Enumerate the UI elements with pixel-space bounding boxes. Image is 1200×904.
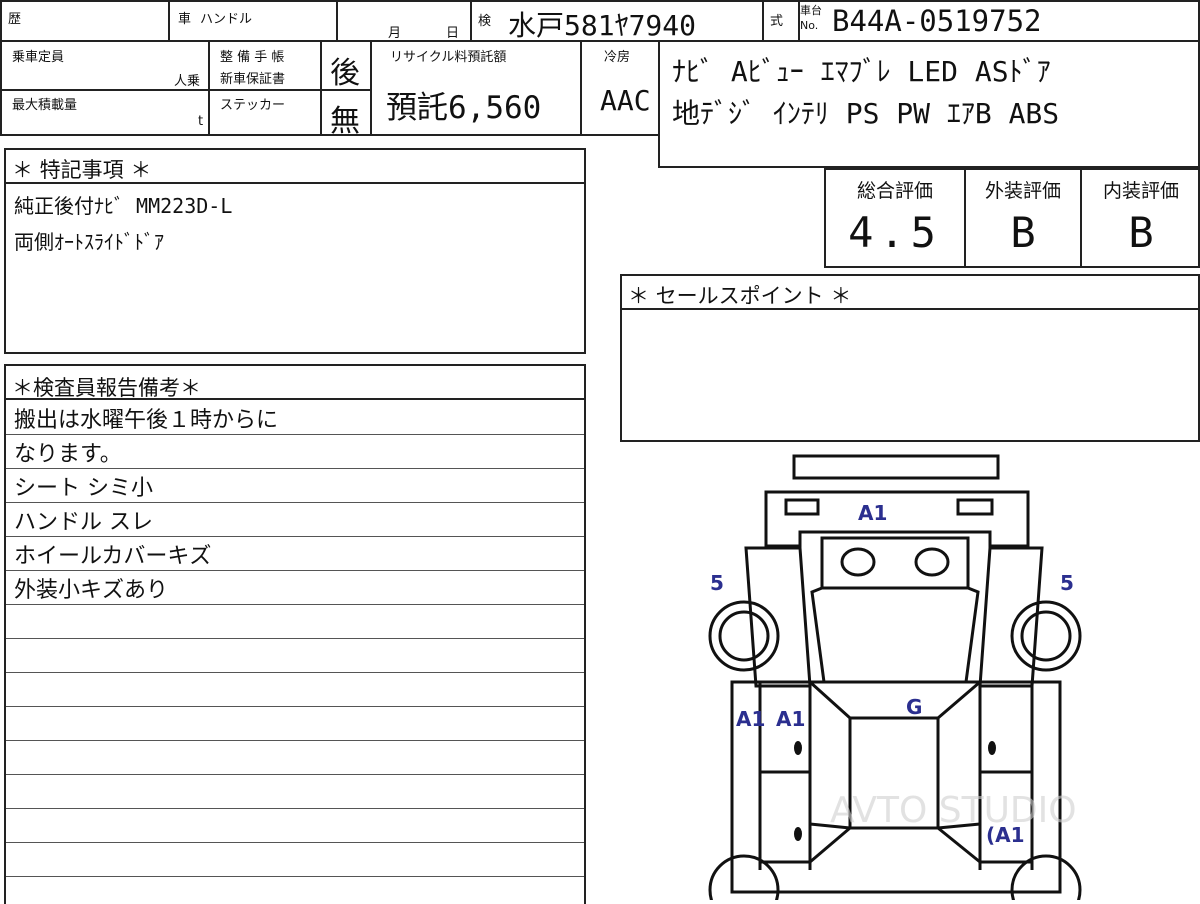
date-cell: 月 日 [338,2,472,41]
damage-mark-left-door-2: A1 [776,707,805,731]
special-notes-line-2: 両側ｵｰﾄｽﾗｲﾄﾞﾄﾞｱ [14,230,164,254]
front-panel [810,586,980,684]
left-fender [744,546,812,688]
equipment-line-2: 地ﾃﾞｼﾞ ｲﾝﾃﾘ PS PW ｴｱB ABS [672,97,1060,130]
model-cell: 式 [764,2,800,40]
door-handle-left-rear [794,827,802,841]
sticker-label: ステッカー [220,98,286,113]
recycle-fee-label: リサイクル料預託額 [390,50,507,65]
vehicle-damage-diagram: A1 5 5 A1 A1 G (A1 AVTO STUDIO PRO [708,454,1090,900]
max-load-label: 最大積載量 [12,98,78,113]
car-label: 車 [178,12,192,27]
warranty-label: 新車保証書 [220,72,286,87]
overall-rating-value: 4.5 [848,208,942,257]
cooler-value: AAC [600,84,651,117]
chassis-number: B44A-0519752 [832,4,1042,38]
exterior-rating-label: 外装評価 [984,180,1061,202]
history-label: 歴 [8,12,22,27]
inspector-notes-box: ＊検査員報告備考＊ 搬出は水曜午後１時からに なります。 シート シミ小 ハンド… [4,364,586,904]
equipment-box: ﾅﾋﾞ Aﾋﾞｭｰ ｴﾏﾌﾞﾚ LED ASﾄﾞｱ 地ﾃﾞｼﾞ ｲﾝﾃﾘ PS … [658,40,1200,168]
history-cell: 歴 [2,2,170,40]
after-mark: 後 [330,56,360,91]
plate-number: 水戸581ﾔ7940 [508,9,697,42]
maintenance-record-label: 整 備 手 帳 [220,50,285,65]
chassis-label-bottom: No. [800,19,819,32]
inspector-note-line: ホイールカバーキズ [14,544,212,569]
max-load-unit: t [198,114,204,129]
inspection-label: 検 [478,14,492,29]
inspector-note-line: なります。 [14,442,122,467]
handle-cell: 車 ハンドル [170,2,338,40]
overall-rating-label: 総合評価 [856,180,933,202]
header-row: 歴 車 ハンドル 月 日 検 水戸581ﾔ7940 式 車台 No. B44A-… [0,0,1200,42]
damage-mark-left-wheel: 5 [710,571,724,595]
sales-point-title: ＊ セールスポイント ＊ [628,284,852,308]
watermark-text: AVTO STUDIO PRO [830,790,1090,831]
handle-label: ハンドル [200,12,253,27]
day-label: 日 [446,26,460,41]
hood-panel [820,536,970,590]
inspector-note-line: ハンドル スレ [14,510,153,535]
spec-block: 乗車定員 人乗 最大積載量 t 整 備 手 帳 新車保証書 ステッカー 後 無 … [0,40,662,139]
capacity-unit: 人乗 [174,74,201,89]
headlight-right [914,547,950,577]
sales-point-box: ＊ セールスポイント ＊ [620,274,1200,442]
equipment-line-1: ﾅﾋﾞ Aﾋﾞｭｰ ｴﾏﾌﾞﾚ LED ASﾄﾞｱ [672,55,1051,88]
windshield-frame [808,680,981,720]
chassis-label-top: 車台 [800,4,822,17]
damage-mark-right-wheel: 5 [1060,571,1074,595]
chassis-cell: 車台 No. B44A-0519752 [800,2,1198,40]
none-mark: 無 [330,104,360,139]
rear-lamp-right [956,498,994,516]
damage-mark-front: A1 [858,501,887,525]
plate-cell: 検 水戸581ﾔ7940 [472,2,764,42]
inspector-note-line: 搬出は水曜午後１時からに [14,408,279,433]
damage-mark-windshield: G [906,695,922,719]
cooler-label: 冷房 [604,50,631,65]
capacity-label: 乗車定員 [12,50,65,65]
inspector-note-line: シート シミ小 [14,476,153,501]
door-handle-left-front [794,741,802,755]
special-notes-title: ＊ 特記事項 ＊ [12,158,152,182]
special-notes-box: ＊ 特記事項 ＊ 純正後付ﾅﾋﾞ MM223D-L 両側ｵｰﾄｽﾗｲﾄﾞﾄﾞｱ [4,148,586,354]
inspector-note-line: 外装小キズあり [14,578,169,603]
bumper-shape [792,454,1000,480]
month-label: 月 [388,26,402,41]
exterior-rating-value: B [1010,208,1036,257]
rear-lamp-left [784,498,820,516]
door-handle-right-front [988,741,996,755]
interior-rating-label: 内装評価 [1102,180,1179,202]
recycle-fee-value: 預託6,560 [386,90,542,126]
damage-mark-left-door-1: A1 [736,707,765,731]
interior-rating-value: B [1128,208,1154,257]
special-notes-line-1: 純正後付ﾅﾋﾞ MM223D-L [14,194,233,218]
ratings-box: 総合評価 外装評価 内装評価 4.5 B B [824,168,1200,268]
headlight-left [840,547,876,577]
model-label: 式 [770,14,784,29]
